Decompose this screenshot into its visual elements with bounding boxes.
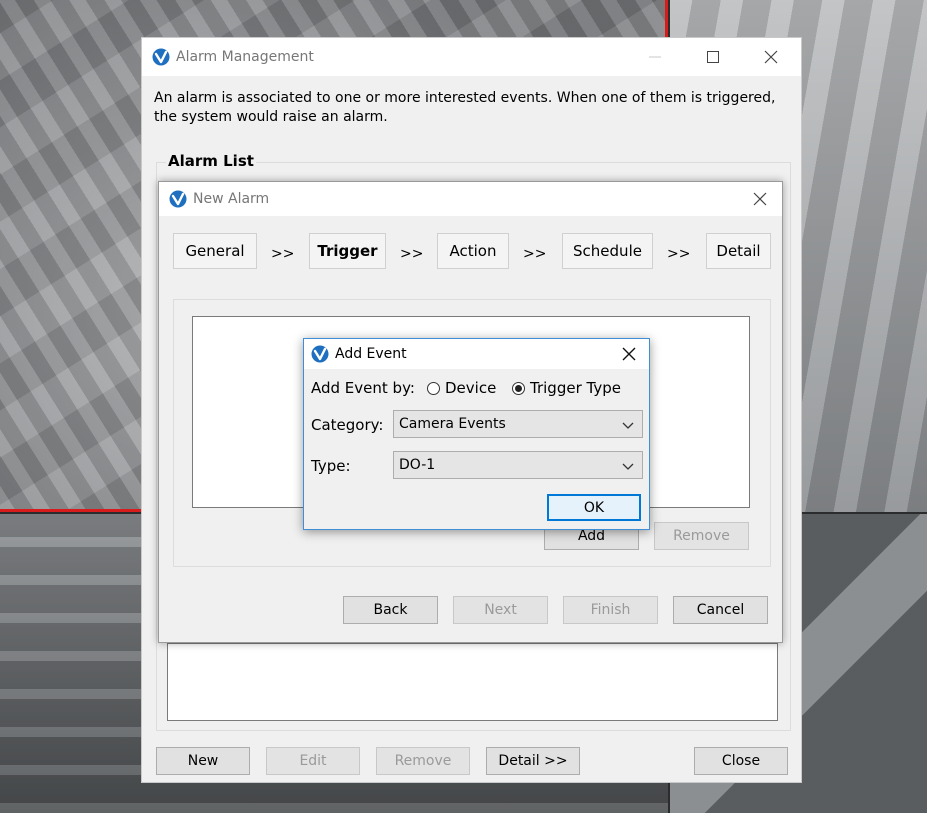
app-logo-icon [169,190,187,208]
step-separator: >> [271,246,295,262]
category-select[interactable]: Camera Events [393,410,643,438]
step-separator: >> [667,246,691,262]
add-event-by-label: Add Event by: [311,379,415,397]
device-radio[interactable]: Device [427,379,496,397]
step-action[interactable]: Action [437,233,509,269]
category-label: Category: [311,416,384,434]
alarm-list[interactable] [167,643,778,721]
minimize-icon [649,56,661,58]
chevron-down-icon [622,463,634,470]
trigger-type-radio[interactable]: Trigger Type [512,379,621,397]
category-select-value: Camera Events [399,416,506,432]
add-event-dialog: Add Event Add Event by: Device Trigger T… [303,338,650,530]
radio-checked-icon [512,381,525,395]
type-label: Type: [311,457,351,475]
step-detail[interactable]: Detail [706,233,771,269]
window-title: Alarm Management [176,49,314,65]
close-button[interactable]: Close [694,747,788,775]
next-button[interactable]: Next [453,596,548,624]
edit-alarm-button[interactable]: Edit [266,747,360,775]
alarm-management-titlebar: Alarm Management [142,38,801,76]
close-icon [753,192,767,206]
step-separator: >> [523,246,547,262]
radio-unchecked-icon [427,381,440,395]
window-title: New Alarm [193,191,270,207]
app-logo-icon [311,345,329,363]
add-event-titlebar: Add Event [304,339,649,369]
new-alarm-titlebar: New Alarm [159,182,782,216]
device-radio-label: Device [445,379,497,397]
new-alarm-button[interactable]: New [156,747,250,775]
remove-event-button[interactable]: Remove [654,522,749,550]
type-select-value: DO-1 [399,457,436,473]
alarm-description: An alarm is associated to one or more in… [154,90,776,125]
dialog-title: Add Event [335,346,407,362]
step-schedule[interactable]: Schedule [562,233,653,269]
type-select[interactable]: DO-1 [393,451,643,479]
remove-alarm-button[interactable]: Remove [376,747,470,775]
back-button[interactable]: Back [343,596,438,624]
ok-button[interactable]: OK [547,494,641,521]
new-alarm-close-button[interactable] [738,182,782,216]
close-icon [622,347,636,361]
chevron-down-icon [622,422,634,429]
maximize-icon [707,51,719,63]
minimize-button[interactable] [633,38,677,76]
step-general[interactable]: General [173,233,257,269]
app-logo-icon [152,48,170,66]
step-separator: >> [400,246,424,262]
step-trigger[interactable]: Trigger [309,233,386,269]
cancel-button[interactable]: Cancel [673,596,768,624]
close-icon [764,50,778,64]
window-close-button[interactable] [749,38,793,76]
maximize-button[interactable] [691,38,735,76]
detail-button[interactable]: Detail >> [486,747,580,775]
add-event-close-button[interactable] [609,339,649,369]
alarm-list-label: Alarm List [166,152,256,170]
trigger-type-radio-label: Trigger Type [530,379,621,397]
finish-button[interactable]: Finish [563,596,658,624]
